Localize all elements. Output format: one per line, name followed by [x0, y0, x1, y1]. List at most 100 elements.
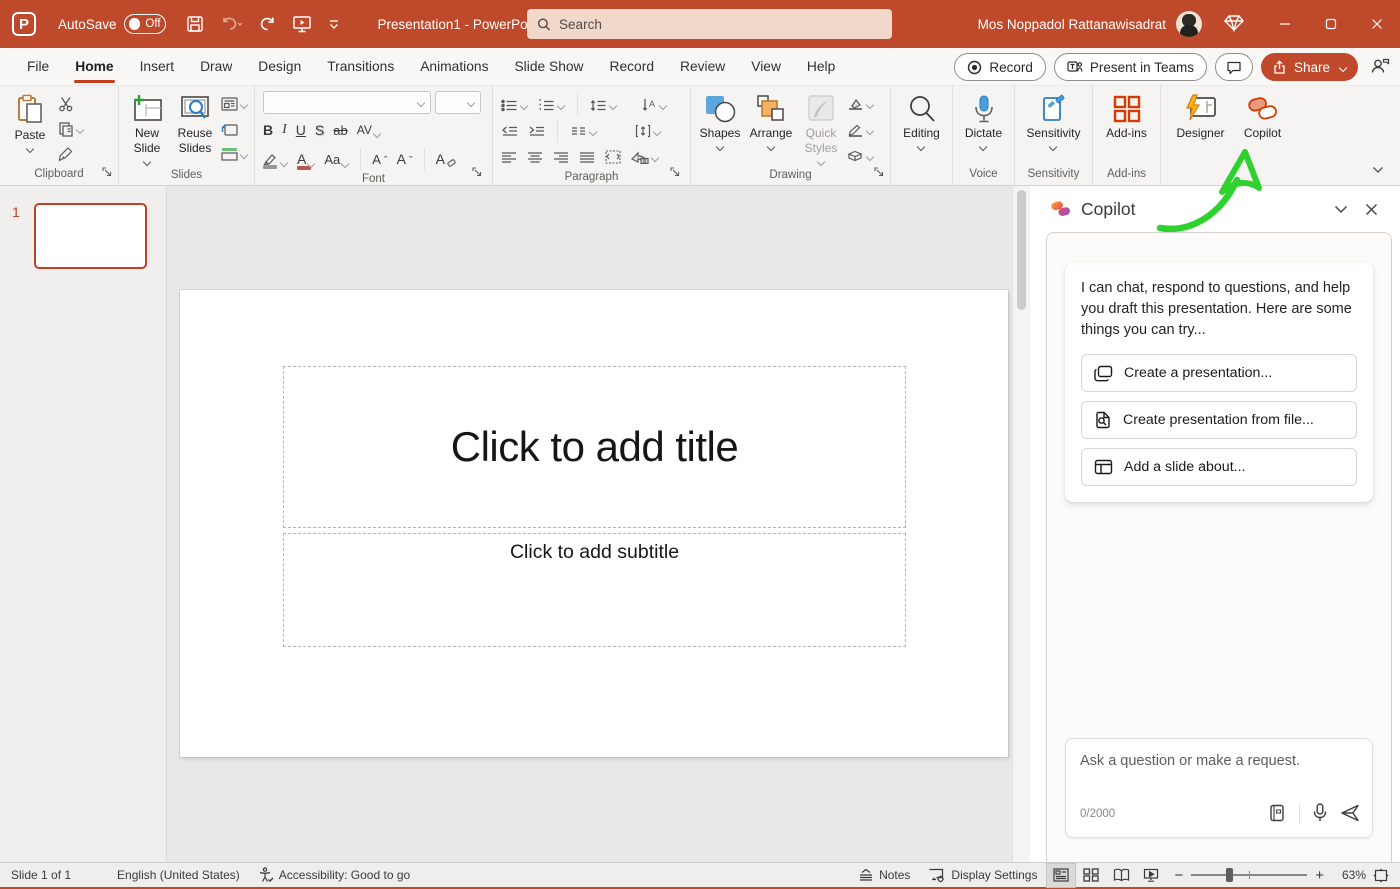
vertical-scrollbar[interactable]: [1012, 186, 1030, 862]
language-indicator[interactable]: English (United States): [108, 863, 249, 888]
suggestion-create-from-file[interactable]: Create presentation from file...: [1081, 401, 1357, 439]
justify-button[interactable]: [579, 148, 595, 166]
share-button[interactable]: Share: [1261, 53, 1358, 81]
tab-record[interactable]: Record: [597, 48, 667, 86]
slide-editor[interactable]: Click to add title Click to add subtitle: [180, 290, 1008, 757]
user-avatar[interactable]: [1176, 11, 1202, 37]
redo-button[interactable]: [258, 15, 276, 33]
tab-help[interactable]: Help: [794, 48, 848, 86]
bold-button[interactable]: B: [263, 122, 273, 138]
suggestion-create-presentation[interactable]: Create a presentation...: [1081, 354, 1357, 392]
underline-button[interactable]: U: [296, 122, 306, 138]
drawing-dialog-launcher[interactable]: [874, 167, 884, 180]
save-button[interactable]: [186, 15, 204, 33]
zoom-slider-thumb[interactable]: [1226, 868, 1233, 882]
text-direction-button[interactable]: A: [641, 96, 667, 114]
slide-sorter-view-button[interactable]: [1076, 863, 1106, 888]
columns-button[interactable]: [570, 122, 597, 140]
italic-button[interactable]: I: [282, 122, 287, 138]
close-button[interactable]: [1354, 0, 1400, 48]
display-settings-button[interactable]: Display Settings: [919, 863, 1046, 888]
diamond-icon[interactable]: [1224, 14, 1244, 35]
dictate-button[interactable]: Dictate: [958, 91, 1010, 150]
format-painter-button[interactable]: [58, 145, 84, 163]
reuse-slides-button[interactable]: Reuse Slides: [171, 91, 219, 156]
sensitivity-button[interactable]: Sensitivity: [1019, 91, 1088, 150]
font-dialog-launcher[interactable]: [472, 167, 482, 180]
record-button[interactable]: Record: [954, 53, 1046, 81]
shape-effects-button[interactable]: [847, 147, 874, 165]
reading-view-button[interactable]: [1106, 863, 1136, 888]
slide-thumbnail[interactable]: [34, 203, 147, 269]
paste-button[interactable]: Paste: [4, 91, 56, 152]
decrease-font-size-button[interactable]: A: [397, 151, 413, 167]
add-remove-columns-button[interactable]: [605, 148, 621, 166]
clear-formatting-button[interactable]: A: [436, 151, 456, 167]
autosave-toggle[interactable]: Off: [124, 14, 166, 34]
maximize-button[interactable]: [1308, 0, 1354, 48]
minimize-button[interactable]: [1262, 0, 1308, 48]
tab-insert[interactable]: Insert: [127, 48, 188, 86]
convert-to-smartart-button[interactable]: [631, 148, 659, 166]
increase-indent-button[interactable]: [528, 122, 545, 140]
text-shadow-button[interactable]: S: [315, 122, 324, 138]
tab-transitions[interactable]: Transitions: [314, 48, 407, 86]
slideshow-view-button[interactable]: [1136, 863, 1166, 888]
align-right-button[interactable]: [553, 148, 569, 166]
reset-slide-button[interactable]: [221, 120, 248, 138]
copilot-pane-close-icon[interactable]: [1356, 194, 1386, 224]
customize-qat-chevron-icon[interactable]: [328, 18, 340, 30]
title-placeholder[interactable]: Click to add title: [283, 366, 906, 528]
font-size-combobox[interactable]: [435, 91, 481, 114]
scrollbar-thumb[interactable]: [1017, 190, 1026, 310]
tab-view[interactable]: View: [738, 48, 794, 86]
decrease-indent-button[interactable]: [501, 122, 518, 140]
notes-button[interactable]: Notes: [849, 863, 919, 888]
present-in-teams-button[interactable]: Present in Teams: [1054, 53, 1207, 81]
suggestion-add-slide[interactable]: Add a slide about...: [1081, 448, 1357, 486]
send-icon[interactable]: [1340, 804, 1360, 825]
fit-to-window-button[interactable]: [1366, 863, 1396, 888]
comments-button[interactable]: [1215, 53, 1253, 81]
autosave-control[interactable]: AutoSave Off: [58, 14, 166, 34]
tab-review[interactable]: Review: [667, 48, 738, 86]
zoom-slider[interactable]: [1191, 874, 1307, 876]
start-slideshow-button[interactable]: [292, 15, 312, 33]
tab-file[interactable]: File: [14, 48, 62, 86]
copilot-prompt-input[interactable]: [1080, 753, 1358, 769]
highlight-color-button[interactable]: [263, 153, 288, 166]
addins-button[interactable]: Add-ins: [1098, 91, 1156, 141]
copilot-input-box[interactable]: 0/2000: [1065, 738, 1373, 838]
tab-draw[interactable]: Draw: [187, 48, 245, 86]
tab-slide-show[interactable]: Slide Show: [501, 48, 596, 86]
microphone-icon[interactable]: [1313, 803, 1327, 825]
copilot-button[interactable]: Copilot: [1237, 91, 1289, 141]
section-button[interactable]: [221, 145, 248, 163]
prompt-guide-icon[interactable]: [1268, 804, 1286, 825]
new-slide-button[interactable]: New Slide: [123, 91, 171, 165]
undo-button[interactable]: [220, 15, 242, 33]
align-center-button[interactable]: [527, 148, 543, 166]
powerpoint-app-icon[interactable]: [12, 12, 36, 36]
slide-layout-button[interactable]: [221, 95, 248, 113]
normal-view-button[interactable]: [1046, 863, 1076, 888]
character-spacing-button[interactable]: AV: [357, 123, 381, 137]
shape-outline-button[interactable]: [847, 121, 874, 139]
zoom-in-button[interactable]: +: [1315, 867, 1324, 884]
copilot-pane-collapse-chevron-icon[interactable]: [1326, 194, 1356, 224]
search-input[interactable]: [559, 17, 882, 32]
increase-font-size-button[interactable]: A: [372, 152, 387, 167]
change-case-button[interactable]: Aa: [324, 152, 349, 167]
clipboard-dialog-launcher[interactable]: [102, 167, 112, 180]
designer-button[interactable]: Designer: [1171, 91, 1231, 141]
quick-styles-button[interactable]: Quick Styles: [797, 91, 845, 165]
shape-fill-button[interactable]: [847, 95, 874, 113]
tab-animations[interactable]: Animations: [407, 48, 501, 86]
cut-button[interactable]: [58, 95, 84, 113]
tab-design[interactable]: Design: [245, 48, 314, 86]
bullets-button[interactable]: [501, 96, 528, 114]
accessibility-checker[interactable]: Accessibility: Good to go: [249, 863, 419, 888]
paragraph-dialog-launcher[interactable]: [670, 167, 680, 180]
zoom-out-button[interactable]: −: [1174, 867, 1183, 884]
copy-button[interactable]: [58, 120, 84, 138]
